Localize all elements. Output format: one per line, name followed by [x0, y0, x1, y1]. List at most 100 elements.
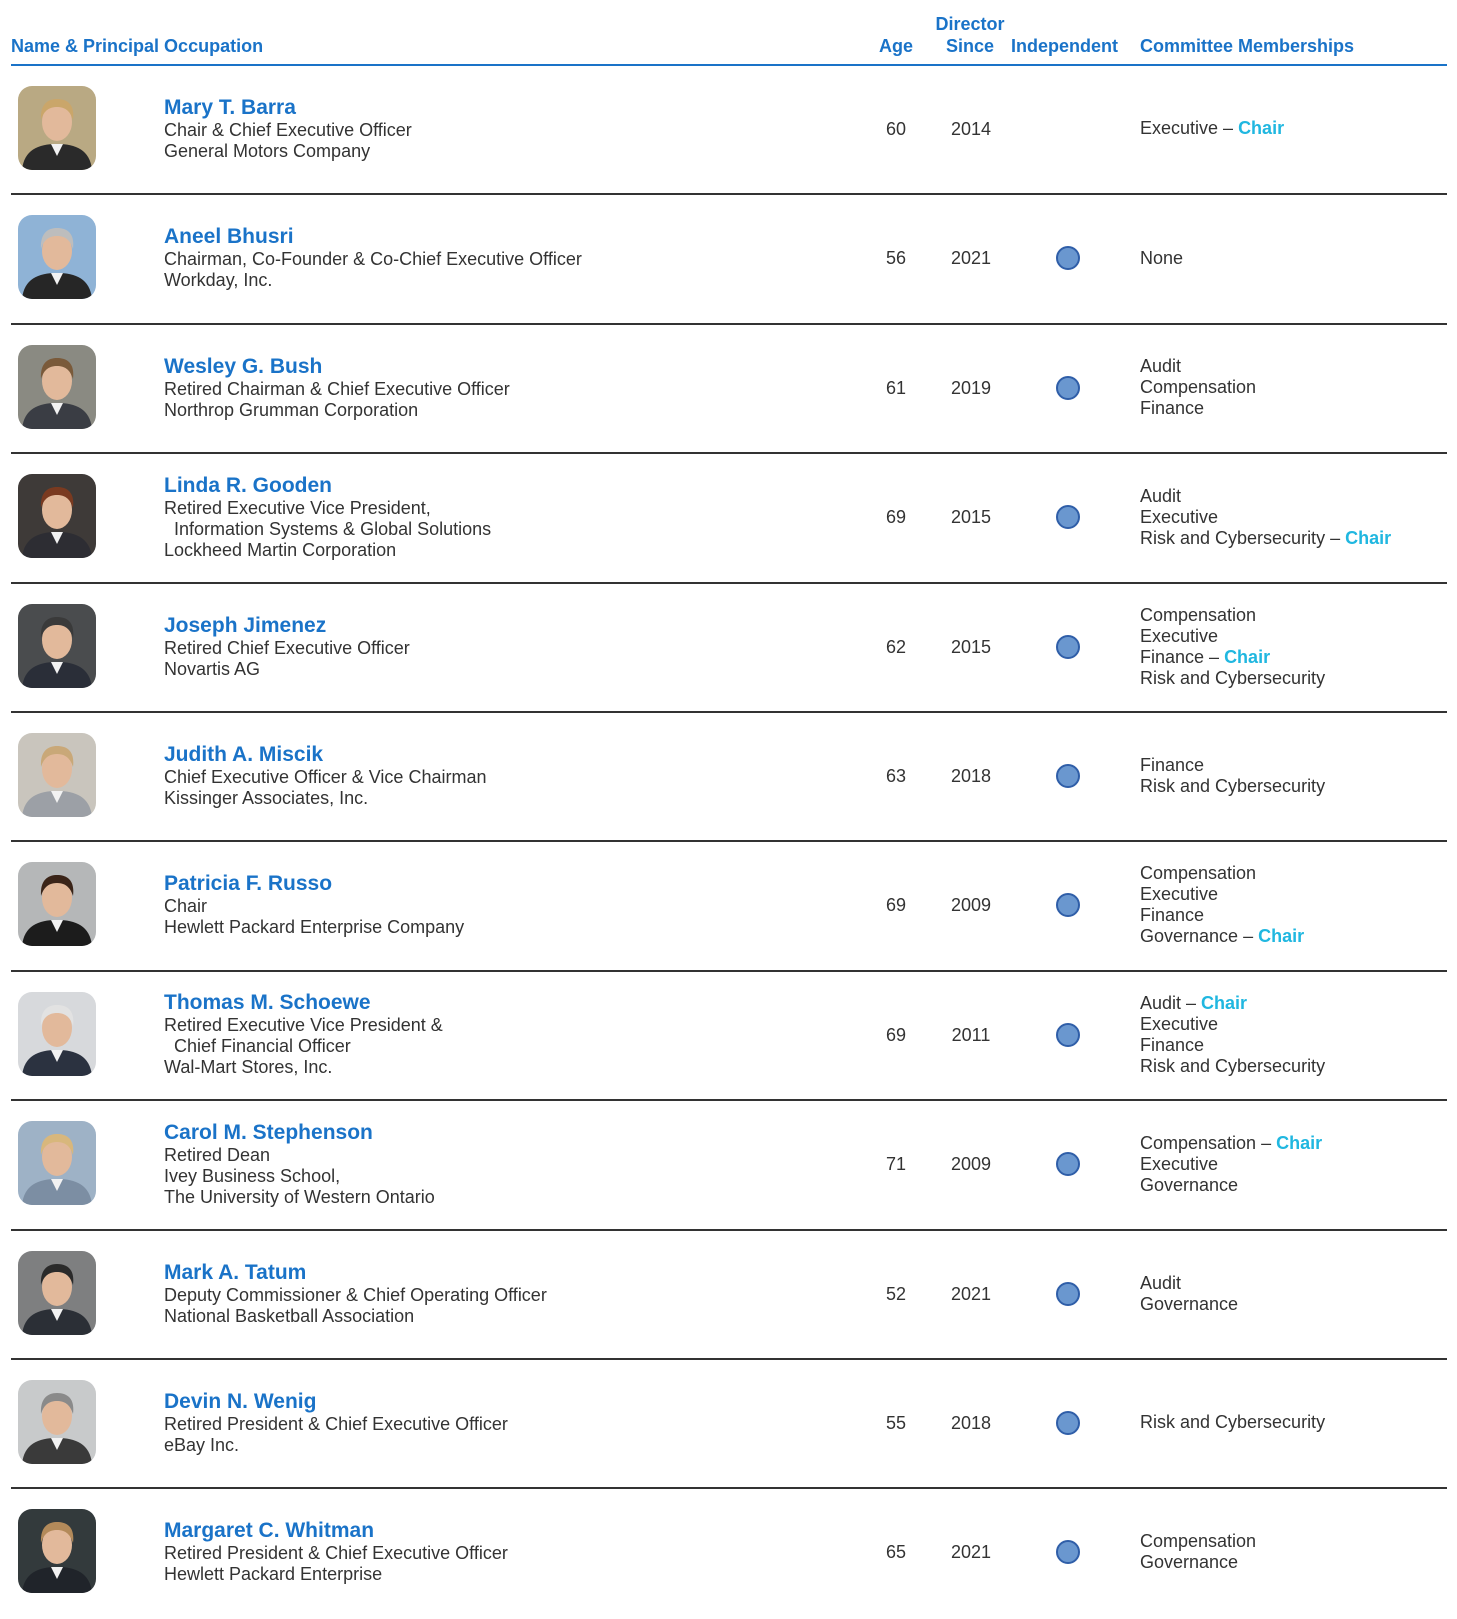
director-photo — [18, 86, 96, 170]
committee-name: Executive — [1140, 507, 1219, 527]
portrait-icon — [18, 862, 96, 946]
occupation-line: Chairman, Co-Founder & Co-Chief Executiv… — [164, 249, 582, 269]
committee-item: Audit — [1140, 486, 1391, 507]
committee-name: Audit — [1140, 356, 1182, 376]
director-photo — [18, 733, 96, 817]
table-row: Devin N. Wenig Retired President & Chief … — [0, 1360, 1457, 1489]
committee-name: Finance — [1140, 905, 1205, 925]
director-name: Margaret C. Whitman — [164, 1519, 375, 1542]
director-info: Aneel Bhusri Chairman, Co-Founder & Co-Ch… — [164, 225, 582, 291]
occupation-line: Retired Dean — [164, 1145, 271, 1165]
director-name: Judith A. Miscik — [164, 743, 324, 766]
committee-name: Executive — [1140, 1014, 1219, 1034]
committee-name: Finance — [1140, 755, 1205, 775]
director-name: Mary T. Barra — [164, 96, 296, 119]
committee-list: Audit Compensation Finance — [1140, 356, 1256, 419]
committee-name: Audit — [1140, 993, 1182, 1013]
header-director-since: Director Since — [920, 13, 1020, 57]
table-row: Judith A. Miscik Chief Executive Officer … — [0, 713, 1457, 842]
committee-item: Finance — [1140, 398, 1256, 419]
occupation-line: Workday, Inc. — [164, 270, 273, 290]
director-info: Wesley G. Bush Retired Chairman & Chief E… — [164, 355, 510, 421]
occupation-line: Hewlett Packard Enterprise Company — [164, 917, 465, 937]
committee-name: Audit — [1140, 1273, 1182, 1293]
committee-list: Compensation Executive Finance Governance –… — [1140, 863, 1304, 947]
occupation-line: Chief Financial Officer — [164, 1036, 351, 1056]
portrait-icon — [18, 86, 96, 170]
committee-item: Risk and Cybersecurity – Chair — [1140, 528, 1391, 549]
occupation-line: The University of Western Ontario — [164, 1187, 435, 1207]
portrait-icon — [18, 1121, 96, 1205]
occupation-line: National Basketball Association — [164, 1306, 415, 1326]
independent-indicator — [1056, 635, 1080, 659]
director-name: Wesley G. Bush — [164, 355, 323, 378]
committee-list: None — [1140, 248, 1183, 269]
director-since: 2009 — [950, 1154, 992, 1174]
director-since: 2021 — [950, 248, 992, 268]
director-age: 71 — [885, 1154, 907, 1174]
portrait-icon — [18, 1380, 96, 1464]
independent-indicator — [1056, 1540, 1080, 1564]
independent-indicator — [1056, 246, 1080, 270]
director-info: Carol M. Stephenson Retired Dean Ivey Busi… — [164, 1121, 435, 1208]
committee-item: Audit — [1140, 1273, 1238, 1294]
table-row: Mark A. Tatum Deputy Commissioner & Chief… — [0, 1231, 1457, 1360]
committee-item: Finance – Chair — [1140, 647, 1325, 668]
committee-item: Finance — [1140, 1035, 1325, 1056]
independent-indicator — [1056, 1023, 1080, 1047]
director-age: 52 — [885, 1284, 907, 1304]
committee-name: Executive — [1140, 1154, 1219, 1174]
committee-name: Risk and Cybersecurity — [1140, 528, 1326, 548]
director-info: Patricia F. Russo Chair Hewlett Packard En… — [164, 872, 464, 938]
occupation-line: Retired Chief Executive Officer — [164, 638, 410, 658]
committee-item: Finance — [1140, 755, 1325, 776]
director-photo — [18, 604, 96, 688]
table-row: Mary T. Barra Chair & Chief Executive Off… — [0, 66, 1457, 195]
committee-list: Audit Executive Risk and Cybersecurity – C… — [1140, 486, 1391, 549]
director-photo — [18, 862, 96, 946]
director-photo — [18, 1380, 96, 1464]
director-age: 55 — [885, 1413, 907, 1433]
table-row: Aneel Bhusri Chairman, Co-Founder & Co-Ch… — [0, 195, 1457, 325]
header-committees: Committee Memberships — [1140, 36, 1355, 56]
committee-list: Compensation Governance — [1140, 1531, 1256, 1573]
occupation-line: Information Systems & Global Solutions — [164, 519, 492, 539]
independent-indicator — [1056, 1282, 1080, 1306]
chair-label: Chair — [1224, 647, 1271, 667]
occupation-line: Northrop Grumman Corporation — [164, 400, 419, 420]
committee-name: Governance — [1140, 926, 1239, 946]
header-director-since-line1: Director — [935, 14, 1005, 34]
director-info: Mary T. Barra Chair & Chief Executive Off… — [164, 96, 412, 162]
committee-item: Compensation – Chair — [1140, 1133, 1322, 1154]
table-row: Thomas M. Schoewe Retired Executive Vice … — [0, 972, 1457, 1101]
committee-item: Executive — [1140, 626, 1325, 647]
portrait-icon — [18, 474, 96, 558]
director-age: 61 — [885, 378, 907, 398]
committee-item: Executive — [1140, 884, 1304, 905]
occupation-line: Retired President & Chief Executive Offi… — [164, 1414, 508, 1434]
chair-label: Chair — [1201, 993, 1248, 1013]
occupation-line: Retired Chairman & Chief Executive Offic… — [164, 379, 510, 399]
committee-list: Audit Governance — [1140, 1273, 1238, 1315]
committee-item: Executive — [1140, 1014, 1325, 1035]
director-name: Patricia F. Russo — [164, 872, 333, 895]
chair-label: Chair — [1238, 118, 1285, 138]
director-age: 63 — [885, 766, 907, 786]
committee-name: Compensation — [1140, 605, 1257, 625]
director-photo — [18, 1509, 96, 1593]
table-row: Margaret C. Whitman Retired President & C… — [0, 1489, 1457, 1619]
committee-name: Governance — [1140, 1552, 1239, 1572]
committee-name: Compensation — [1140, 1531, 1257, 1551]
committee-name: None — [1140, 248, 1184, 268]
committee-name: Executive — [1140, 118, 1219, 138]
director-photo — [18, 992, 96, 1076]
occupation-line: eBay Inc. — [164, 1435, 240, 1455]
director-age: 65 — [885, 1542, 907, 1562]
occupation-line: Lockheed Martin Corporation — [164, 540, 397, 560]
committee-name: Finance — [1140, 1035, 1205, 1055]
committee-item: Compensation — [1140, 863, 1304, 884]
portrait-icon — [18, 345, 96, 429]
chair-separator: – — [1325, 528, 1346, 548]
committee-name: Governance — [1140, 1175, 1239, 1195]
committee-name: Compensation — [1140, 377, 1257, 397]
